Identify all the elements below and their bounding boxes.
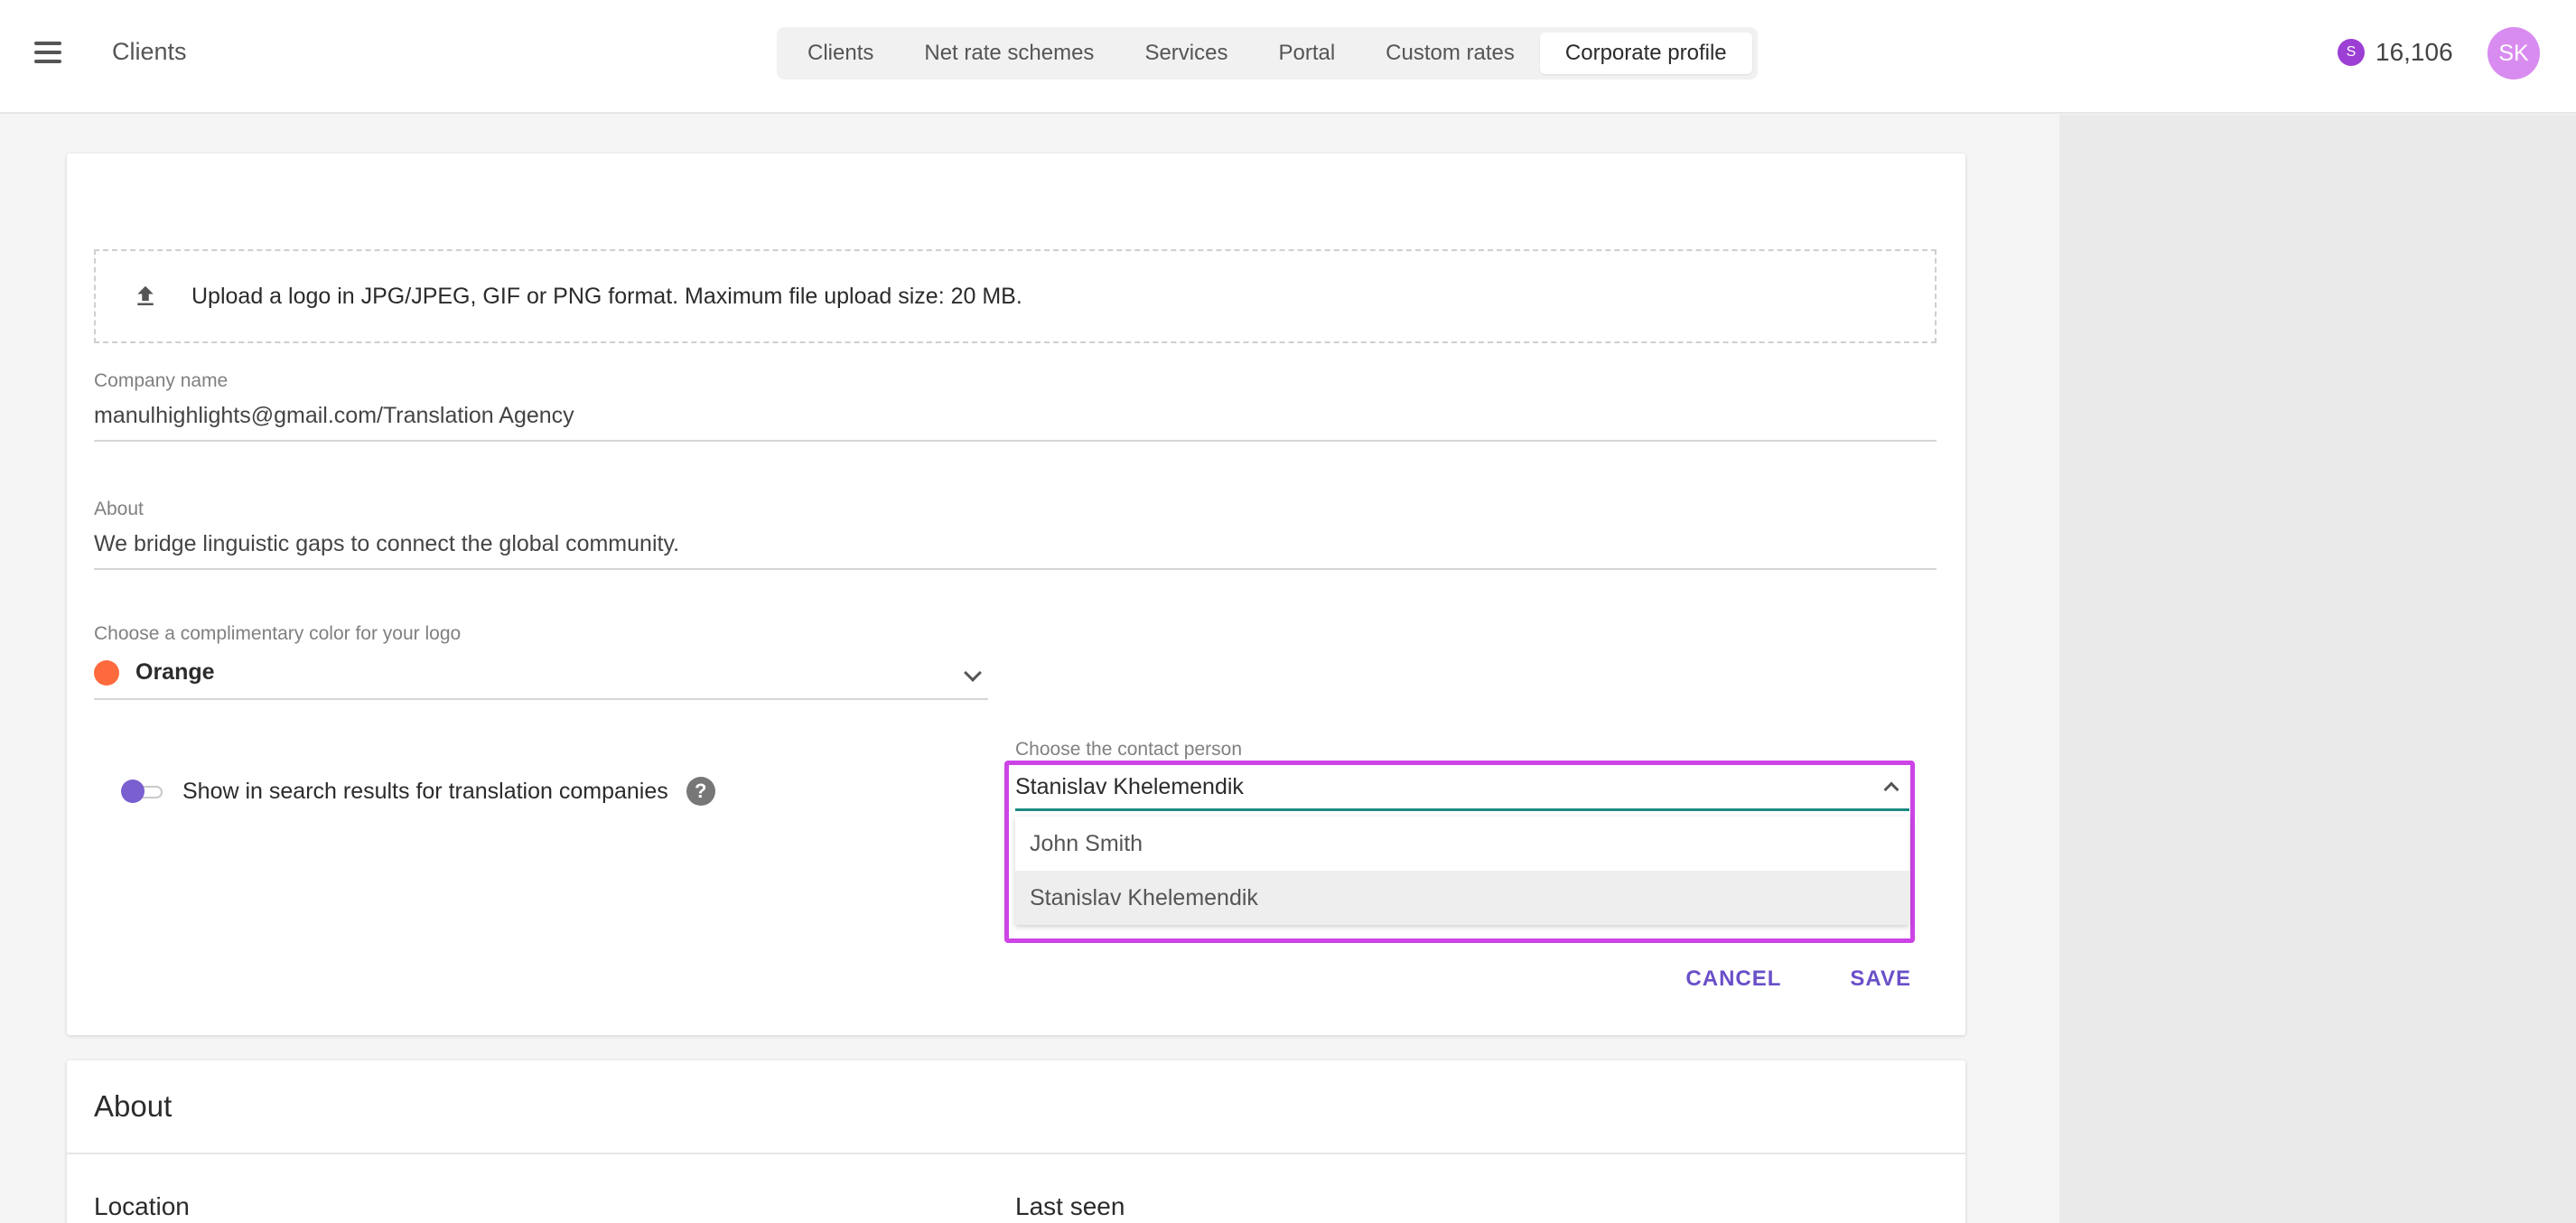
search-visibility-label: Show in search results for translation c…	[182, 778, 668, 804]
about-card: About Location Last seen	[67, 1060, 1965, 1223]
help-icon[interactable]: ?	[686, 777, 715, 806]
right-side-panel	[2059, 115, 2576, 1223]
location-heading: Location	[94, 1192, 190, 1220]
contact-person-text-input[interactable]	[1015, 774, 1828, 800]
tab-corporate-profile[interactable]: Corporate profile	[1539, 33, 1752, 74]
color-select-label: Choose a complimentary color for your lo…	[94, 623, 462, 644]
tab-clients[interactable]: Clients	[782, 33, 899, 74]
tab-services[interactable]: Services	[1119, 33, 1253, 74]
contact-person-label: Choose the contact person	[1015, 739, 1242, 760]
color-select-value: Orange	[135, 659, 215, 685]
tab-net-rate-schemes[interactable]: Net rate schemes	[899, 33, 1119, 74]
app-title: Clients	[112, 38, 187, 65]
upload-instructions: Upload a logo in JPG/JPEG, GIF or PNG fo…	[191, 283, 1022, 309]
logo-upload-area[interactable]: Upload a logo in JPG/JPEG, GIF or PNG fo…	[94, 249, 1937, 343]
about-divider	[67, 1153, 1965, 1154]
contact-person-dropdown: John Smith Stanislav Khelemendik	[1015, 817, 1909, 925]
company-name-field[interactable]: Company name manulhighlights@gmail.com/T…	[94, 370, 1937, 442]
option-stanislav-khelemendik[interactable]: Stanislav Khelemendik	[1015, 871, 1909, 925]
about-value[interactable]: We bridge linguistic gaps to connect the…	[94, 531, 1937, 568]
user-avatar[interactable]: SK	[2487, 27, 2540, 79]
top-header: Clients Clients Net rate schemes Service…	[0, 0, 2576, 114]
orange-color-swatch	[94, 659, 119, 686]
corporate-profile-card: Upload a logo in JPG/JPEG, GIF or PNG fo…	[67, 154, 1965, 1035]
hamburger-menu-icon[interactable]	[34, 42, 61, 65]
about-field[interactable]: About We bridge linguistic gaps to conne…	[94, 499, 1937, 570]
about-label: About	[94, 499, 144, 519]
chevron-down-icon[interactable]	[964, 664, 982, 682]
credit-value: 16,106	[2375, 38, 2453, 66]
company-name-label: Company name	[94, 370, 229, 391]
upload-icon	[137, 285, 154, 305]
form-actions: CANCEL SAVE	[1617, 966, 1911, 992]
option-john-smith[interactable]: John Smith	[1015, 817, 1909, 871]
save-button[interactable]: SAVE	[1850, 966, 1911, 992]
chevron-up-icon[interactable]	[1883, 781, 1899, 798]
search-visibility-toggle[interactable]	[121, 780, 164, 803]
cancel-button[interactable]: CANCEL	[1685, 966, 1781, 992]
search-visibility-row: Show in search results for translation c…	[121, 777, 715, 806]
color-select[interactable]: Orange	[94, 659, 988, 700]
company-name-value[interactable]: manulhighlights@gmail.com/Translation Ag…	[94, 403, 1937, 440]
tab-portal[interactable]: Portal	[1253, 33, 1360, 74]
tab-bar: Clients Net rate schemes Services Portal…	[777, 27, 1758, 79]
tab-custom-rates[interactable]: Custom rates	[1360, 33, 1540, 74]
credits-balance[interactable]: S 16,106	[2338, 38, 2453, 67]
contact-person-input[interactable]	[1015, 766, 1909, 811]
last-seen-heading: Last seen	[1015, 1192, 1125, 1220]
about-section-title: About	[94, 1089, 173, 1123]
credit-coin-icon: S	[2338, 39, 2365, 66]
